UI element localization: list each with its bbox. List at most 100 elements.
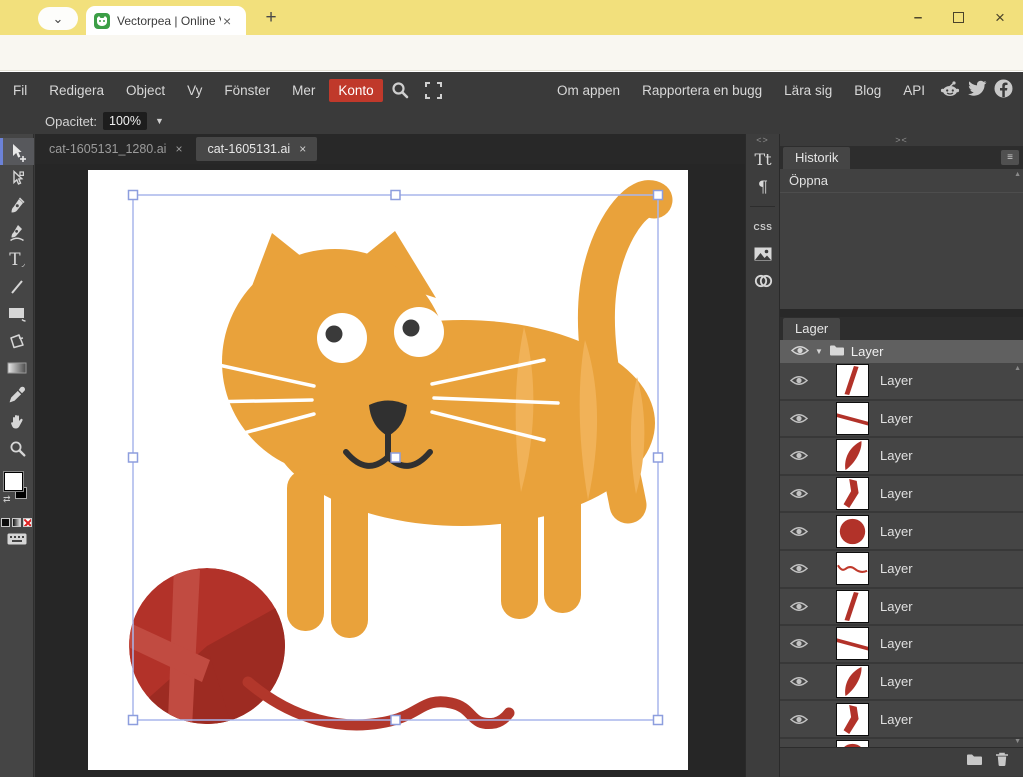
swap-colors-icon[interactable]: ⇄ [3, 494, 11, 505]
scroll-up-icon[interactable]: ▲ [1014, 171, 1021, 178]
layer-thumbnail[interactable] [836, 364, 869, 397]
expand-triangle-icon[interactable]: ▼ [815, 347, 823, 356]
layer-group-row[interactable]: ▼ Layer [780, 340, 1023, 363]
layer-row[interactable]: Layer [780, 513, 1023, 551]
new-tab-button[interactable]: + [258, 5, 284, 31]
layer-row[interactable]: Layer [780, 363, 1023, 401]
search-icon[interactable] [383, 81, 417, 99]
doc-tab-inactive[interactable]: cat-1605131_1280.ai × [38, 137, 193, 161]
color-swatches[interactable]: ⇄ [0, 470, 34, 514]
twitter-icon[interactable] [967, 80, 987, 100]
curvature-pen-tool[interactable] [0, 219, 34, 246]
fill-gradient-button[interactable] [12, 518, 21, 527]
history-item[interactable]: Öppna [780, 169, 1023, 193]
keyboard-shortcuts-icon[interactable] [0, 533, 33, 545]
layer-row[interactable]: Layer [780, 739, 1023, 747]
collapse-handle-icon[interactable]: <> [746, 134, 779, 146]
tab-close-icon[interactable]: × [223, 13, 231, 29]
visibility-eye-icon[interactable] [791, 344, 809, 360]
new-group-folder-icon[interactable] [966, 753, 983, 771]
scroll-up-icon[interactable]: ▲ [1014, 365, 1021, 372]
type-tool[interactable]: T◞ [0, 246, 34, 273]
layer-thumbnail[interactable] [836, 665, 869, 698]
layer-thumbnail[interactable] [836, 552, 869, 585]
visibility-eye-icon[interactable] [790, 412, 808, 425]
layer-thumbnail[interactable] [836, 740, 869, 747]
layer-thumbnail[interactable] [836, 439, 869, 472]
browser-tab[interactable]: Vectorpea | Online Vector Edito × [86, 6, 246, 35]
facebook-icon[interactable] [994, 79, 1013, 101]
image-panel-icon[interactable] [746, 240, 780, 267]
visibility-eye-icon[interactable] [790, 637, 808, 650]
doc-tab-close-icon[interactable]: × [299, 142, 306, 156]
artboard[interactable] [88, 170, 688, 770]
layer-thumbnail[interactable] [836, 590, 869, 623]
menu-object[interactable]: Object [115, 79, 176, 102]
menu-mer[interactable]: Mer [281, 79, 326, 102]
layer-thumbnail[interactable] [836, 477, 869, 510]
layer-row[interactable]: Layer [780, 664, 1023, 702]
foreground-color-swatch[interactable] [4, 472, 23, 491]
delete-trash-icon[interactable] [995, 752, 1009, 772]
visibility-eye-icon[interactable] [790, 525, 808, 538]
layer-row[interactable]: Layer [780, 701, 1023, 739]
visibility-eye-icon[interactable] [790, 600, 808, 613]
layer-row[interactable]: Layer [780, 401, 1023, 439]
visibility-eye-icon[interactable] [790, 675, 808, 688]
menu-blog[interactable]: Blog [843, 79, 892, 102]
zoom-tool[interactable] [0, 435, 34, 462]
history-tab[interactable]: Historik [783, 147, 850, 169]
paragraph-panel-icon[interactable]: ¶ [746, 173, 780, 200]
css-panel-icon[interactable]: CSS [746, 213, 780, 240]
hand-tool[interactable] [0, 408, 34, 435]
move-tool[interactable] [0, 138, 34, 165]
menu-api[interactable]: API [892, 79, 936, 102]
layer-thumbnail[interactable] [836, 515, 869, 548]
gradient-tool[interactable] [0, 354, 34, 381]
layer-thumbnail[interactable] [836, 627, 869, 660]
rectangle-tool[interactable] [0, 300, 34, 327]
line-tool[interactable] [0, 273, 34, 300]
menu-fil[interactable]: Fil [2, 79, 38, 102]
opacity-dropdown-icon[interactable]: ▼ [155, 116, 164, 126]
tab-search-button[interactable]: ⌄ [38, 7, 78, 30]
direct-select-tool[interactable] [0, 165, 34, 192]
menu-fonster[interactable]: Fönster [213, 79, 281, 102]
fullscreen-icon[interactable] [417, 82, 450, 99]
visibility-eye-icon[interactable] [790, 374, 808, 387]
layer-row[interactable]: Layer [780, 476, 1023, 514]
menu-om-appen[interactable]: Om appen [546, 79, 631, 102]
layer-thumbnail[interactable] [836, 402, 869, 435]
collapse-handle-icon[interactable]: >< [780, 134, 1023, 146]
menu-lara-sig[interactable]: Lära sig [773, 79, 843, 102]
eyedropper-tool[interactable] [0, 381, 34, 408]
menu-redigera[interactable]: Redigera [38, 79, 115, 102]
layer-row[interactable]: Layer [780, 589, 1023, 627]
doc-tab-active[interactable]: cat-1605131.ai × [196, 137, 317, 161]
visibility-eye-icon[interactable] [790, 449, 808, 462]
history-menu-icon[interactable]: ≡ [1001, 150, 1019, 165]
visibility-eye-icon[interactable] [790, 562, 808, 575]
visibility-eye-icon[interactable] [790, 487, 808, 500]
window-close-button[interactable]: × [980, 0, 1020, 35]
artboard-tool[interactable] [0, 327, 34, 354]
scroll-down-icon[interactable]: ▼ [1014, 738, 1021, 745]
reddit-icon[interactable] [940, 80, 960, 101]
character-panel-icon[interactable]: Tt [746, 146, 780, 173]
menu-konto[interactable]: Konto [329, 79, 382, 102]
fill-solid-button[interactable] [1, 518, 10, 527]
minimize-button[interactable]: – [898, 0, 938, 35]
layer-row[interactable]: Layer [780, 551, 1023, 589]
linked-circles-icon[interactable] [746, 267, 780, 294]
fill-none-button[interactable] [23, 518, 32, 527]
menu-rapportera[interactable]: Rapportera en bugg [631, 79, 773, 102]
doc-tab-close-icon[interactable]: × [175, 142, 182, 156]
pen-tool[interactable] [0, 192, 34, 219]
menu-vy[interactable]: Vy [176, 79, 213, 102]
visibility-eye-icon[interactable] [790, 713, 808, 726]
maximize-button[interactable] [938, 0, 978, 35]
layers-tab[interactable]: Lager [783, 318, 840, 340]
layer-thumbnail[interactable] [836, 703, 869, 736]
opacity-value-field[interactable]: 100% [103, 112, 147, 130]
layer-row[interactable]: Layer [780, 626, 1023, 664]
